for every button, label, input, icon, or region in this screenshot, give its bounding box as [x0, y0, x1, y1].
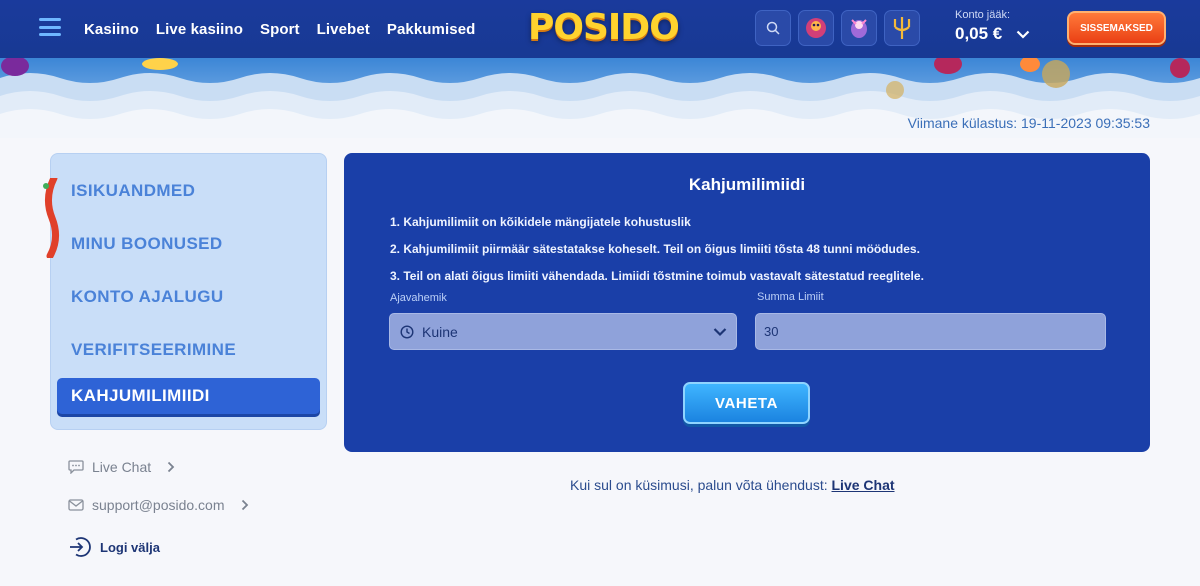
account-sidebar: ISIKUANDMED MINU BOONUSED KONTO AJALUGU …	[50, 153, 327, 430]
account-balance[interactable]: Konto jääk: 0,05 €	[955, 9, 1030, 44]
game-icon-1[interactable]	[798, 10, 834, 46]
nav-sport[interactable]: Sport	[260, 21, 300, 38]
panel-title: Kahjumilimiidi	[688, 175, 806, 194]
chevron-down-icon[interactable]	[1016, 30, 1030, 39]
rules-list: 1. Kahjumilimiit on kõikidele mängijatel…	[390, 209, 924, 290]
sidebar-links: Live Chat support@posido.com	[68, 458, 249, 534]
menu-icon[interactable]	[39, 18, 61, 36]
live-chat-link[interactable]: Live Chat	[68, 458, 249, 476]
contact-text: Kui sul on küsimusi, palun võta ühendust…	[570, 477, 828, 493]
logout-label: Logi välja	[100, 539, 160, 555]
period-value: Kuine	[422, 323, 458, 340]
sidebar-item-konto-ajalugu[interactable]: KONTO AJALUGU	[51, 270, 326, 323]
contact-live-chat-link[interactable]: Live Chat	[832, 477, 895, 493]
change-limit-button[interactable]: VAHETA	[683, 382, 810, 424]
live-chat-label: Live Chat	[92, 459, 152, 475]
clock-icon	[400, 324, 414, 339]
sidebar-item-minu-boonused[interactable]: MINU BOONUSED	[51, 217, 326, 270]
amount-limit-input[interactable]: 30	[755, 313, 1106, 350]
logout-button[interactable]: Logi välja	[68, 535, 160, 559]
sidebar-item-kahjumilimiidi[interactable]: KAHJUMILIMIIDI	[57, 378, 320, 414]
support-email-label: support@posido.com	[92, 497, 225, 513]
nav-kasiino[interactable]: Kasiino	[84, 21, 139, 38]
nav-live-kasiino[interactable]: Live kasiino	[156, 21, 243, 38]
logout-icon	[70, 537, 91, 557]
deposit-button[interactable]: SISSEMAKSED	[1067, 11, 1166, 45]
posido-logo[interactable]: POSIDO	[528, 8, 680, 48]
search-icon	[766, 21, 780, 35]
sidebar-item-isikuandmed[interactable]: ISIKUANDMED	[51, 164, 326, 217]
last-visit-timestamp: Viimane külastus: 19-11-2023 09:35:53	[907, 115, 1150, 131]
period-label: Ajavahemik	[390, 292, 447, 304]
nav-livebet[interactable]: Livebet	[317, 21, 370, 38]
search-button[interactable]	[755, 10, 791, 46]
decorative-coral	[43, 178, 59, 258]
game-icon-2[interactable]	[841, 10, 877, 46]
game-icon-3[interactable]	[884, 10, 920, 46]
main-nav: Kasiino Live kasiino Sport Livebet Pakku…	[84, 0, 475, 58]
period-select[interactable]: Kuine	[389, 313, 737, 350]
nav-pakkumised[interactable]: Pakkumised	[387, 21, 476, 38]
rule-item: 3. Teil on alati õigus limiiti vähendada…	[390, 269, 924, 283]
loss-limit-panel: Kahjumilimiidi 1. Kahjumilimiit on kõiki…	[344, 153, 1150, 452]
chevron-right-icon	[168, 461, 175, 473]
sidebar-item-verifitseerimine[interactable]: VERIFITSEERIMINE	[51, 323, 326, 376]
amount-label: Summa Limiit	[757, 291, 824, 303]
balance-value: 0,05 €	[955, 24, 1003, 43]
mail-icon	[68, 499, 84, 511]
rule-item: 1. Kahjumilimiit on kõikidele mängijatel…	[390, 215, 691, 229]
contact-note: Kui sul on küsimusi, palun võta ühendust…	[0, 477, 1200, 493]
top-navigation-bar: Kasiino Live kasiino Sport Livebet Pakku…	[0, 0, 1200, 58]
chevron-down-icon	[713, 328, 727, 337]
balance-label: Konto jääk:	[955, 9, 1011, 21]
chat-bubble-icon	[68, 460, 84, 474]
rule-item: 2. Kahjumilimiit piirmäär sätestatakse k…	[390, 242, 920, 256]
chevron-right-icon	[241, 499, 248, 511]
support-email-link[interactable]: support@posido.com	[68, 496, 249, 514]
